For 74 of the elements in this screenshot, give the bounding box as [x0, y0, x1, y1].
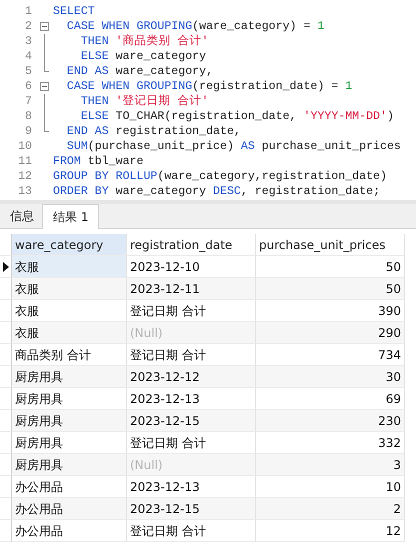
line-number: 5 [24, 64, 32, 79]
table-cell: 厨房用具 [12, 432, 127, 454]
table-cell: 2023-12-11 [127, 278, 256, 300]
table-cell: 厨房用具 [12, 454, 127, 476]
result-tab[interactable]: 结果 1 [42, 204, 100, 229]
line-number: 12 [17, 169, 32, 184]
column-header[interactable]: registration_date [127, 234, 256, 256]
line-number: 2 [24, 19, 32, 34]
code-line: END AS registration_date, [66, 124, 241, 139]
table-cell: 30 [256, 366, 405, 388]
table-cell: 办公用品 [12, 520, 127, 542]
table-cell: 10 [256, 476, 405, 498]
table-cell: 衣服 [12, 278, 127, 300]
table-cell: 2023-12-15 [127, 498, 256, 520]
line-number: 6 [24, 79, 32, 94]
table-cell: 登记日期 合计 [127, 344, 256, 366]
code-line: END AS ware_category, [66, 64, 214, 79]
line-number: 8 [24, 109, 32, 124]
table-cell: (Null) [127, 454, 256, 476]
code-line: SUM(purchase_unit_price) AS purchase_unit_prices [66, 139, 401, 154]
table-cell: 商品类别 合计 [12, 344, 127, 366]
table-cell: 登记日期 合计 [127, 432, 256, 454]
code-line: CASE WHEN GROUPING(registration_date) = 1 [66, 79, 352, 94]
code-line: ELSE TO_CHAR(registration_date, 'YYYY-MM-DD') [80, 109, 394, 124]
column-header[interactable]: purchase_unit_prices [256, 234, 405, 256]
table-cell: 2023-12-12 [127, 366, 256, 388]
table-cell: 衣服 [12, 322, 127, 344]
table-cell: 登记日期 合计 [127, 300, 256, 322]
table-cell: 290 [256, 322, 405, 344]
column-header[interactable]: ware_category [12, 234, 127, 256]
table-cell: 厨房用具 [12, 366, 127, 388]
table-cell: 衣服 [12, 300, 127, 322]
line-number: 11 [17, 154, 32, 169]
table-cell: 厨房用具 [12, 388, 127, 410]
table-cell: 50 [256, 256, 405, 278]
grid-corner [0, 234, 12, 256]
table-cell: 办公用品 [12, 476, 127, 498]
row-header[interactable] [0, 256, 12, 278]
code-line: ELSE ware_category [80, 49, 206, 64]
table-cell: 332 [256, 432, 405, 454]
collapse-icon[interactable] [40, 22, 49, 31]
table-cell: 2023-12-13 [127, 476, 256, 498]
table-cell: 衣服 [12, 256, 127, 278]
table-cell: 50 [256, 278, 405, 300]
table-cell: 2023-12-10 [127, 256, 256, 278]
table-cell: 12 [256, 520, 405, 542]
table-cell: 230 [256, 410, 405, 432]
line-number: 3 [24, 34, 32, 49]
line-number: 13 [17, 184, 32, 199]
table-cell: (Null) [127, 322, 256, 344]
code-line: SELECT [53, 4, 95, 19]
table-cell: 2023-12-13 [127, 388, 256, 410]
collapse-icon[interactable] [40, 82, 49, 91]
line-number: 1 [24, 4, 32, 19]
code-line: THEN '登记日期 合计' [80, 94, 208, 109]
line-number: 7 [24, 94, 32, 109]
line-number: 9 [24, 124, 32, 139]
table-cell: 734 [256, 344, 405, 366]
code-line: GROUP BY ROLLUP(ware_category,registration_date) [53, 169, 387, 184]
table-cell: 3 [256, 454, 405, 476]
code-line: THEN '商品类别 合计' [80, 34, 208, 49]
table-cell: 390 [256, 300, 405, 322]
code-line: CASE WHEN GROUPING(ware_category) = 1 [66, 19, 324, 34]
table-cell: 2023-12-15 [127, 410, 256, 432]
code-line: ORDER BY ware_category DESC, registration_date; [53, 184, 380, 199]
line-number: 10 [17, 139, 32, 154]
result-tab[interactable]: 信息 [2, 204, 42, 228]
table-cell: 办公用品 [12, 498, 127, 520]
table-cell: 厨房用具 [12, 410, 127, 432]
table-cell: 登记日期 合计 [127, 520, 256, 542]
code-line: FROM tbl_ware [53, 154, 144, 169]
line-number: 4 [24, 49, 32, 64]
table-cell: 2 [256, 498, 405, 520]
table-cell: 69 [256, 388, 405, 410]
